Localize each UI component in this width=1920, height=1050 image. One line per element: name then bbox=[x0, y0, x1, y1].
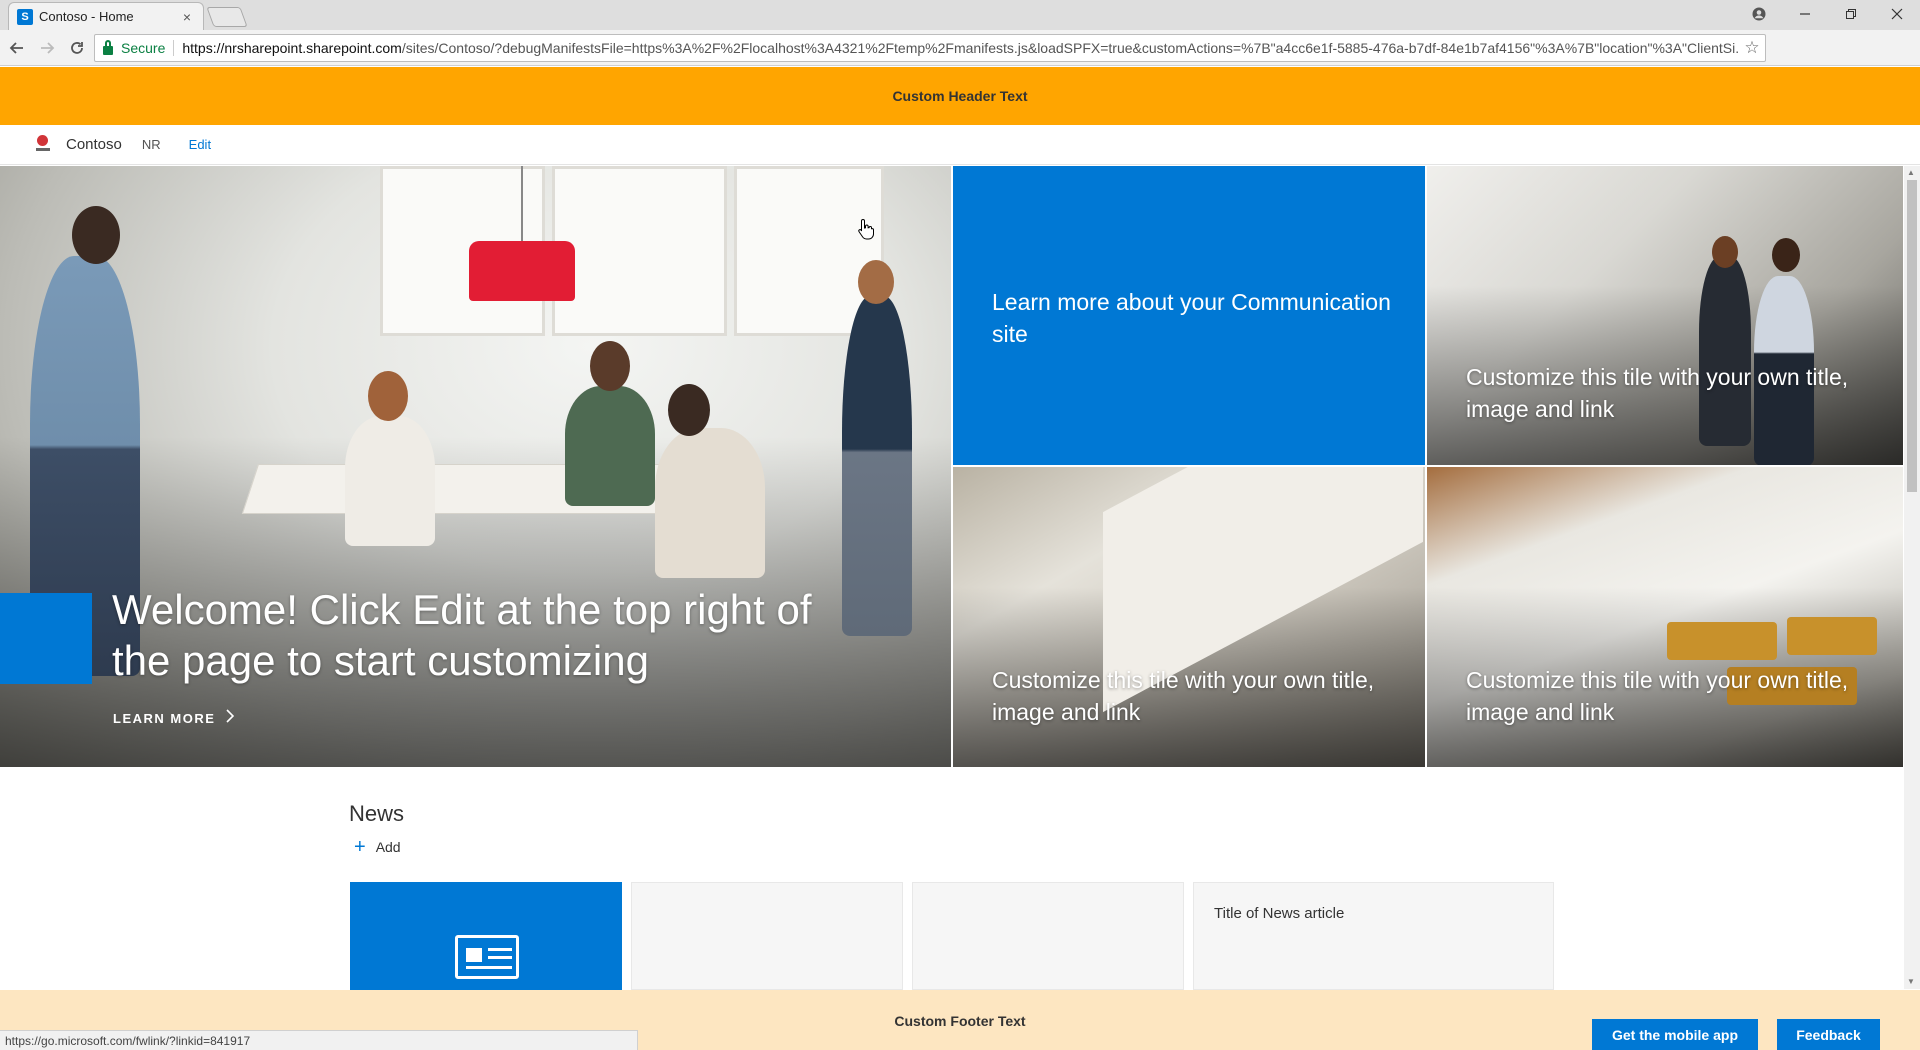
hero-photo-head bbox=[668, 384, 710, 436]
hero-photo-sofa bbox=[1667, 622, 1777, 660]
sharepoint-favicon-icon: S bbox=[17, 8, 33, 25]
hero-photo-sofa bbox=[1787, 617, 1877, 655]
site-name[interactable]: Contoso bbox=[66, 136, 122, 153]
minimize-window-icon[interactable] bbox=[1782, 0, 1828, 28]
scroll-down-arrow-icon[interactable]: ▼ bbox=[1907, 977, 1915, 986]
plus-icon: + bbox=[354, 836, 366, 858]
news-section-title: News bbox=[349, 801, 405, 826]
hero-photo-head bbox=[368, 371, 408, 421]
news-card[interactable] bbox=[350, 882, 622, 990]
site-header: Contoso NR Edit bbox=[0, 125, 1920, 165]
hero-photo-person bbox=[565, 386, 655, 506]
hero-photo-person bbox=[655, 428, 765, 578]
get-mobile-app-button[interactable]: Get the mobile app bbox=[1592, 1019, 1758, 1050]
tab-title: Contoso - Home bbox=[39, 9, 134, 24]
custom-header-text: Custom Header Text bbox=[892, 88, 1028, 104]
hero-tile-text: Customize this tile with your own title,… bbox=[1466, 364, 1849, 422]
hero-tile-customize[interactable]: Customize this tile with your own title,… bbox=[1427, 166, 1903, 465]
browser-toolbar: Secure https://nrsharepoint.sharepoint.c… bbox=[0, 30, 1920, 86]
lock-icon bbox=[103, 39, 113, 55]
chevron-right-icon bbox=[225, 709, 235, 727]
restore-window-icon[interactable] bbox=[1828, 0, 1874, 28]
browser-tab[interactable]: S Contoso - Home × bbox=[8, 2, 204, 30]
browser-tab-strip: S Contoso - Home × bbox=[0, 0, 1920, 30]
news-card[interactable] bbox=[631, 882, 903, 990]
hero-main-tile[interactable]: Welcome! Click Edit at the top right of … bbox=[0, 166, 951, 767]
news-article-title[interactable]: Title of News article bbox=[1214, 905, 1344, 922]
hero-tile-text: Customize this tile with your own title,… bbox=[992, 667, 1375, 725]
new-tab-button[interactable] bbox=[206, 7, 248, 27]
learn-more-link[interactable]: LEARN MORE bbox=[113, 709, 235, 727]
hero-photo-head bbox=[858, 260, 894, 304]
close-window-icon[interactable] bbox=[1874, 0, 1920, 28]
reload-icon[interactable] bbox=[64, 34, 90, 62]
hero-photo-head bbox=[590, 341, 630, 391]
hero-tile-customize[interactable]: Customize this tile with your own title,… bbox=[953, 467, 1425, 767]
hero-photo-person bbox=[345, 416, 435, 546]
url-path: /sites/Contoso/?debugManifestsFile=https… bbox=[401, 40, 1739, 56]
scroll-up-arrow-icon[interactable]: ▲ bbox=[1907, 168, 1915, 177]
hero-photo-lamp-cord bbox=[521, 166, 523, 242]
hero-photo-window bbox=[552, 166, 727, 336]
address-bar[interactable]: Secure https://nrsharepoint.sharepoint.c… bbox=[94, 34, 1766, 62]
forward-arrow-icon[interactable] bbox=[34, 34, 60, 62]
nav-link-nr[interactable]: NR bbox=[142, 137, 161, 152]
hero-photo-head bbox=[1772, 238, 1800, 272]
feedback-button[interactable]: Feedback bbox=[1777, 1019, 1880, 1050]
hero-photo-lamp bbox=[469, 241, 575, 301]
hero-tile-customize[interactable]: Customize this tile with your own title,… bbox=[1427, 467, 1903, 767]
page-scrollbar[interactable]: ▲ ▼ bbox=[1904, 166, 1920, 989]
custom-header-bar: Custom Header Text bbox=[0, 67, 1920, 125]
tab-close-icon[interactable]: × bbox=[179, 9, 195, 25]
edit-link[interactable]: Edit bbox=[189, 137, 211, 152]
secure-label: Secure bbox=[121, 40, 175, 56]
hero-tile-text: Customize this tile with your own title,… bbox=[1466, 667, 1849, 725]
news-card[interactable]: Title of News article bbox=[1193, 882, 1554, 990]
url-host: https://nrsharepoint.sharepoint.com bbox=[182, 40, 402, 56]
hero-tile-communication-site[interactable]: Learn more about your Communication site bbox=[953, 166, 1425, 465]
news-article-icon bbox=[455, 935, 519, 979]
news-add-label: Add bbox=[375, 839, 401, 855]
user-profile-icon[interactable] bbox=[1736, 0, 1782, 28]
hero-tile-text: Learn more about your Communication site bbox=[992, 289, 1391, 347]
hero-accent-block bbox=[0, 593, 92, 684]
bookmark-star-icon[interactable]: ☆ bbox=[1739, 38, 1765, 58]
url-text[interactable]: https://nrsharepoint.sharepoint.com/site… bbox=[182, 40, 1739, 56]
scrollbar-thumb[interactable] bbox=[1907, 180, 1917, 492]
learn-more-label: LEARN MORE bbox=[113, 710, 216, 726]
browser-status-bar: https://go.microsoft.com/fwlink/?linkid=… bbox=[0, 1030, 638, 1050]
hero-title[interactable]: Welcome! Click Edit at the top right of … bbox=[112, 584, 872, 686]
hero-section: Welcome! Click Edit at the top right of … bbox=[0, 166, 1904, 767]
news-card[interactable] bbox=[912, 882, 1184, 990]
hero-photo-head bbox=[72, 206, 120, 264]
back-arrow-icon[interactable] bbox=[4, 34, 30, 62]
hero-photo-head bbox=[1712, 236, 1738, 268]
news-add-button[interactable]: + Add bbox=[354, 836, 401, 858]
site-logo-icon[interactable] bbox=[34, 134, 52, 155]
